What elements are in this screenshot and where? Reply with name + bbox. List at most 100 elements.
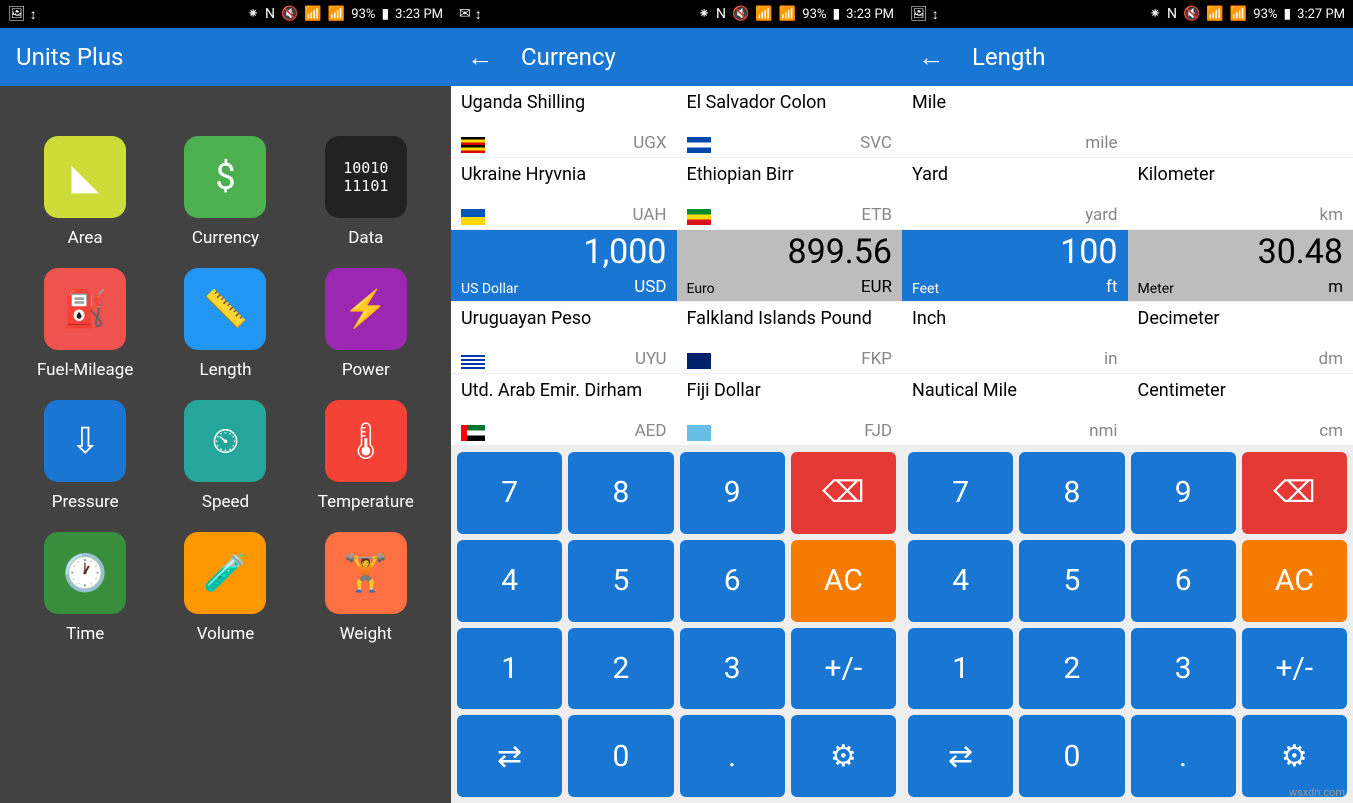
unit-list-left: MilemileYardyard100FeetftInchinNautical … — [902, 86, 1128, 446]
unit-row[interactable]: Kilometerkm — [1128, 158, 1353, 230]
category-weight[interactable]: 🏋Weight — [301, 532, 431, 644]
unit-list-left: Uganda ShillingUGXUkraine HryvniaUAH1,00… — [451, 86, 677, 446]
key-3[interactable]: 3 — [1131, 628, 1236, 710]
unit-row[interactable]: Utd. Arab Emir. DirhamAED — [451, 374, 677, 446]
key-3[interactable]: 3 — [680, 628, 785, 710]
unit-row[interactable]: 30.48Meterm — [1128, 230, 1353, 302]
bluetooth-icon: ⁕ — [1149, 6, 1161, 22]
key-7[interactable]: 7 — [457, 452, 562, 534]
unit-row[interactable]: Yardyard — [902, 158, 1128, 230]
unit-row[interactable]: Fiji DollarFJD — [677, 374, 903, 446]
unit-row[interactable]: Nautical Milenmi — [902, 374, 1128, 446]
category-time[interactable]: 🕐Time — [20, 532, 150, 644]
category-area[interactable]: ◣Area — [20, 136, 150, 248]
category-length[interactable]: 📏 Length — [160, 268, 290, 380]
unit-row[interactable]: Uruguayan PesoUYU — [451, 302, 677, 374]
clock: 3:27 PM — [1297, 7, 1345, 22]
key-9[interactable]: 9 — [1131, 452, 1236, 534]
wifi-icon: 📶 — [1206, 6, 1223, 22]
key-5[interactable]: 5 — [568, 540, 673, 622]
battery-icon: ▮ — [381, 6, 389, 22]
category-fuel-mileage[interactable]: ⛽Fuel-Mileage — [20, 268, 150, 380]
key-7[interactable]: 7 — [908, 452, 1013, 534]
mute-icon: 🔇 — [1183, 6, 1200, 22]
category-label: Temperature — [318, 492, 414, 512]
key-⌫[interactable]: ⌫ — [791, 452, 896, 534]
category-volume[interactable]: 🧪Volume — [160, 532, 290, 644]
key-⌫[interactable]: ⌫ — [1242, 452, 1347, 534]
category-tile: 📏 — [184, 268, 266, 350]
key-8[interactable]: 8 — [1019, 452, 1124, 534]
status-bar: ✉ ↕ ⁕ N 🔇 📶 📶 93% ▮ 3:23 PM — [451, 0, 902, 28]
flag-icon — [687, 353, 711, 369]
key-⚙[interactable]: ⚙ — [791, 715, 896, 797]
key-1[interactable]: 1 — [908, 628, 1013, 710]
key-.[interactable]: . — [680, 715, 785, 797]
unit-name: Decimeter — [1138, 308, 1344, 329]
key-0[interactable]: 0 — [568, 715, 673, 797]
unit-value: 30.48 — [1138, 232, 1344, 272]
back-button[interactable]: ← — [467, 42, 493, 73]
category-tile: ◣ — [44, 136, 126, 218]
key-+/-[interactable]: +/- — [1242, 628, 1347, 710]
unit-row[interactable]: Milemile — [902, 86, 1128, 158]
unit-name: Euro — [687, 281, 715, 297]
category-power[interactable]: ⚡Power — [301, 268, 431, 380]
unit-row[interactable]: Ethiopian BirrETB — [677, 158, 903, 230]
key-5[interactable]: 5 — [1019, 540, 1124, 622]
unit-abbr: ft — [1106, 277, 1117, 297]
unit-abbr: FKP — [861, 349, 892, 369]
unit-row[interactable]: Falkland Islands PoundFKP — [677, 302, 903, 374]
key-AC[interactable]: AC — [791, 540, 896, 622]
key-⚙[interactable]: ⚙ — [1242, 715, 1347, 797]
key-8[interactable]: 8 — [568, 452, 673, 534]
wifi-icon: 📶 — [755, 6, 772, 22]
key-.[interactable]: . — [1131, 715, 1236, 797]
unit-row[interactable]: Inchin — [902, 302, 1128, 374]
battery-icon: ▮ — [1283, 6, 1291, 22]
key-+/-[interactable]: +/- — [791, 628, 896, 710]
image-icon: 🖼 — [910, 6, 928, 22]
key-⇄[interactable]: ⇄ — [457, 715, 562, 797]
image-icon: 🖼 — [8, 6, 26, 22]
category-label: Length — [199, 360, 251, 380]
signal-icon: 📶 — [779, 6, 796, 22]
category-speed[interactable]: ⏲Speed — [160, 400, 290, 512]
category-tile: $ — [184, 136, 266, 218]
key-2[interactable]: 2 — [568, 628, 673, 710]
unit-row[interactable]: Ukraine HryvniaUAH — [451, 158, 677, 230]
key-1[interactable]: 1 — [457, 628, 562, 710]
key-⇄[interactable]: ⇄ — [908, 715, 1013, 797]
category-pressure[interactable]: ⇩Pressure — [20, 400, 150, 512]
key-4[interactable]: 4 — [908, 540, 1013, 622]
category-temperature[interactable]: 🌡Temperature — [301, 400, 431, 512]
category-data[interactable]: 10010 11101Data — [301, 136, 431, 248]
unit-row[interactable]: Uganda ShillingUGX — [451, 86, 677, 158]
category-currency[interactable]: $Currency — [160, 136, 290, 248]
unit-abbr: km — [1319, 205, 1343, 225]
unit-row[interactable]: Decimeterdm — [1128, 302, 1353, 374]
back-button[interactable]: ← — [918, 42, 944, 73]
unit-row[interactable]: Centimetercm — [1128, 374, 1353, 446]
unit-value: 100 — [912, 232, 1118, 272]
key-0[interactable]: 0 — [1019, 715, 1124, 797]
key-9[interactable]: 9 — [680, 452, 785, 534]
unit-row[interactable]: 1,000US DollarUSD — [451, 230, 677, 302]
key-6[interactable]: 6 — [680, 540, 785, 622]
app-bar: Units Plus — [0, 28, 451, 86]
category-label: Time — [66, 624, 104, 644]
key-AC[interactable]: AC — [1242, 540, 1347, 622]
unit-abbr: m — [1328, 277, 1343, 297]
key-4[interactable]: 4 — [457, 540, 562, 622]
unit-abbr: UYU — [635, 349, 666, 369]
app-bar: ← Length — [902, 28, 1353, 86]
phone-currency: ✉ ↕ ⁕ N 🔇 📶 📶 93% ▮ 3:23 PM ← Currency U… — [451, 0, 902, 803]
key-6[interactable]: 6 — [1131, 540, 1236, 622]
unit-row[interactable]: El Salvador ColonSVC — [677, 86, 903, 158]
unit-row[interactable]: 100Feetft — [902, 230, 1128, 302]
nfc-icon: N — [1167, 6, 1177, 22]
unit-row[interactable] — [1128, 86, 1353, 158]
unit-row[interactable]: 899.56EuroEUR — [677, 230, 903, 302]
status-bar: 🖼 ↕ ⁕ N 🔇 📶 📶 93% ▮ 3:27 PM — [902, 0, 1353, 28]
key-2[interactable]: 2 — [1019, 628, 1124, 710]
